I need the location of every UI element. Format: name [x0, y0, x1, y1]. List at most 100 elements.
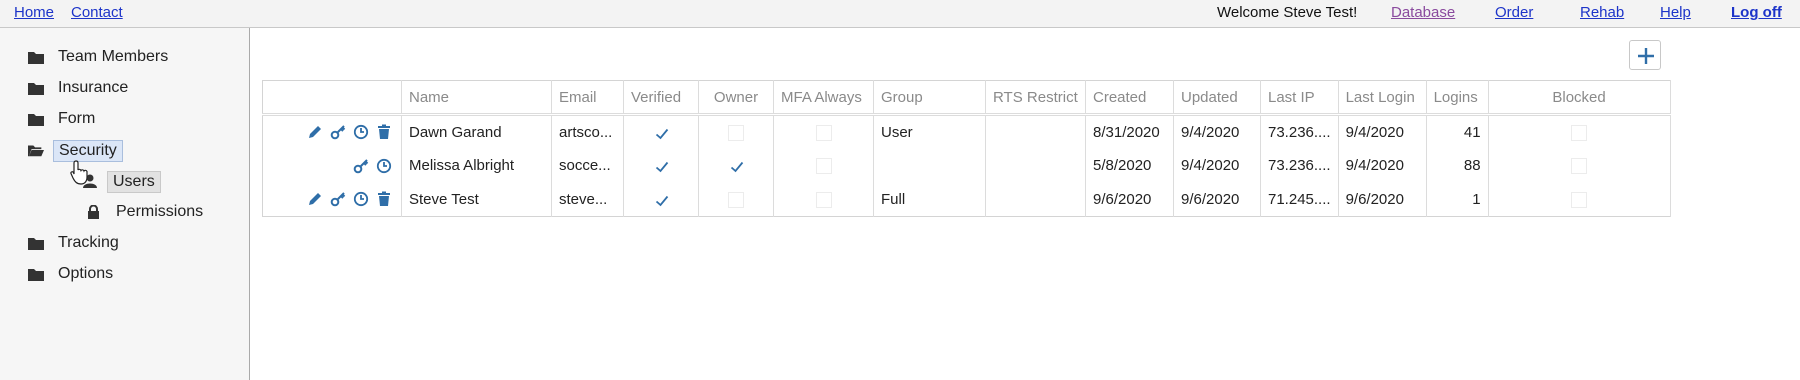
- cell-name: Melissa Albright: [401, 148, 552, 183]
- verified-checkbox[interactable]: [653, 124, 669, 141]
- column-header-verified[interactable]: Verified: [623, 80, 699, 116]
- column-header-updated[interactable]: Updated: [1173, 80, 1261, 116]
- cell-blocked: [1488, 114, 1671, 149]
- column-header-group[interactable]: Group: [873, 80, 986, 116]
- home-link[interactable]: Home: [14, 4, 54, 21]
- blocked-checkbox[interactable]: [1571, 158, 1588, 175]
- column-header-last-login[interactable]: Last Login: [1338, 80, 1427, 116]
- cell-logins: 88: [1426, 148, 1489, 183]
- users-table: Name Email Verified Owner MFA Always Gro…: [262, 80, 1671, 217]
- sidebar-item-label: Users: [107, 171, 161, 193]
- cell-mfa-always: [773, 114, 874, 149]
- table-row[interactable]: Steve Test steve... Full 9/6/2020 9/6/2020 71…: [262, 182, 1671, 217]
- delete-icon[interactable]: [376, 191, 392, 207]
- folder-icon: [28, 238, 44, 250]
- column-header-mfa-always[interactable]: MFA Always: [773, 80, 874, 116]
- sidebar-item-label: Insurance: [58, 79, 129, 96]
- owner-checkbox[interactable]: [728, 124, 744, 141]
- history-icon[interactable]: [353, 191, 369, 207]
- cell-name: Steve Test: [401, 182, 552, 217]
- column-header-logins[interactable]: Logins: [1426, 80, 1489, 116]
- lock-icon: [88, 205, 99, 219]
- cell-created: 9/6/2020: [1085, 182, 1174, 217]
- cell-email: socce...: [551, 148, 624, 183]
- help-link[interactable]: Help: [1660, 4, 1691, 21]
- owner-checkbox[interactable]: [728, 191, 744, 208]
- column-header-email[interactable]: Email: [551, 80, 624, 116]
- sidebar-tree: Team Members Insurance Form Security Use…: [0, 28, 250, 380]
- cell-created: 8/31/2020: [1085, 114, 1174, 149]
- column-header-name[interactable]: Name: [401, 80, 552, 116]
- cell-blocked: [1488, 182, 1671, 217]
- logoff-link[interactable]: Log off: [1731, 4, 1782, 21]
- mfa-always-checkbox[interactable]: [815, 158, 832, 175]
- table-row[interactable]: Dawn Garand artsco... User 8/31/2020 9/4/202…: [262, 114, 1671, 149]
- delete-icon[interactable]: [376, 124, 392, 140]
- sidebar-item-label: Team Members: [58, 48, 169, 65]
- verified-checkbox[interactable]: [653, 191, 669, 208]
- cell-updated: 9/6/2020: [1173, 182, 1261, 217]
- blocked-checkbox[interactable]: [1571, 191, 1588, 208]
- cell-owner: [698, 182, 774, 217]
- contact-link[interactable]: Contact: [71, 4, 123, 21]
- key-icon[interactable]: [330, 191, 346, 207]
- column-header-created[interactable]: Created: [1085, 80, 1174, 116]
- cell-email: steve...: [551, 182, 624, 217]
- row-actions: [262, 182, 402, 217]
- sidebar-item-label: Permissions: [116, 203, 204, 220]
- cell-name: Dawn Garand: [401, 114, 552, 149]
- cell-group: [873, 148, 986, 183]
- order-link[interactable]: Order: [1495, 4, 1533, 21]
- key-icon[interactable]: [353, 158, 369, 174]
- cell-rts-restrict: [985, 114, 1086, 149]
- cell-mfa-always: [773, 148, 874, 183]
- sidebar-item-label: Tracking: [58, 234, 119, 251]
- cell-owner: [698, 114, 774, 149]
- history-icon[interactable]: [353, 124, 369, 140]
- mfa-always-checkbox[interactable]: [815, 191, 832, 208]
- mfa-always-checkbox[interactable]: [815, 124, 832, 141]
- database-link[interactable]: Database: [1391, 4, 1455, 21]
- column-header-blocked[interactable]: Blocked: [1488, 80, 1671, 116]
- add-user-button[interactable]: [1629, 40, 1661, 70]
- sidebar-item-label: Options: [58, 265, 114, 282]
- top-nav-bar: Home Contact Welcome Steve Test! Databas…: [0, 0, 1800, 28]
- sidebar-item-label: Security: [53, 140, 123, 162]
- cell-group: Full: [873, 182, 986, 217]
- edit-icon[interactable]: [307, 191, 323, 207]
- users-table-body: Dawn Garand artsco... User 8/31/2020 9/4/202…: [262, 114, 1671, 217]
- column-header-owner[interactable]: Owner: [698, 80, 774, 116]
- cell-email: artsco...: [551, 114, 624, 149]
- folder-icon: [28, 52, 44, 64]
- cell-blocked: [1488, 148, 1671, 183]
- verified-checkbox[interactable]: [653, 158, 669, 175]
- sidebar-item-label: Form: [58, 110, 96, 127]
- cell-updated: 9/4/2020: [1173, 114, 1261, 149]
- rehab-link[interactable]: Rehab: [1580, 4, 1624, 21]
- plus-icon: [1638, 48, 1654, 64]
- table-row[interactable]: Melissa Albright socce... 5/8/2020 9/4/2020…: [262, 148, 1671, 183]
- column-header-rts-restrict[interactable]: RTS Restrict: [985, 80, 1086, 116]
- folder-icon: [28, 114, 44, 126]
- cell-last-ip: 71.245....: [1260, 182, 1339, 217]
- cell-rts-restrict: [985, 148, 1086, 183]
- key-icon[interactable]: [330, 124, 346, 140]
- cell-last-login: 9/4/2020: [1338, 148, 1427, 183]
- cell-logins: 41: [1426, 114, 1489, 149]
- table-header-row: Name Email Verified Owner MFA Always Gro…: [262, 80, 1671, 116]
- row-actions: [262, 114, 402, 149]
- blocked-checkbox[interactable]: [1571, 124, 1588, 141]
- folder-open-icon: [28, 145, 44, 157]
- cell-last-ip: 73.236....: [1260, 114, 1339, 149]
- column-header-last-ip[interactable]: Last IP: [1260, 80, 1339, 116]
- mouse-pointer-icon: [70, 160, 88, 185]
- history-icon[interactable]: [376, 158, 392, 174]
- cell-last-login: 9/4/2020: [1338, 114, 1427, 149]
- welcome-message: Welcome Steve Test!: [1217, 4, 1358, 21]
- cell-rts-restrict: [985, 182, 1086, 217]
- owner-checkbox[interactable]: [728, 158, 744, 175]
- cell-verified: [623, 148, 699, 183]
- folder-icon: [28, 269, 44, 281]
- cell-last-login: 9/6/2020: [1338, 182, 1427, 217]
- edit-icon[interactable]: [307, 124, 323, 140]
